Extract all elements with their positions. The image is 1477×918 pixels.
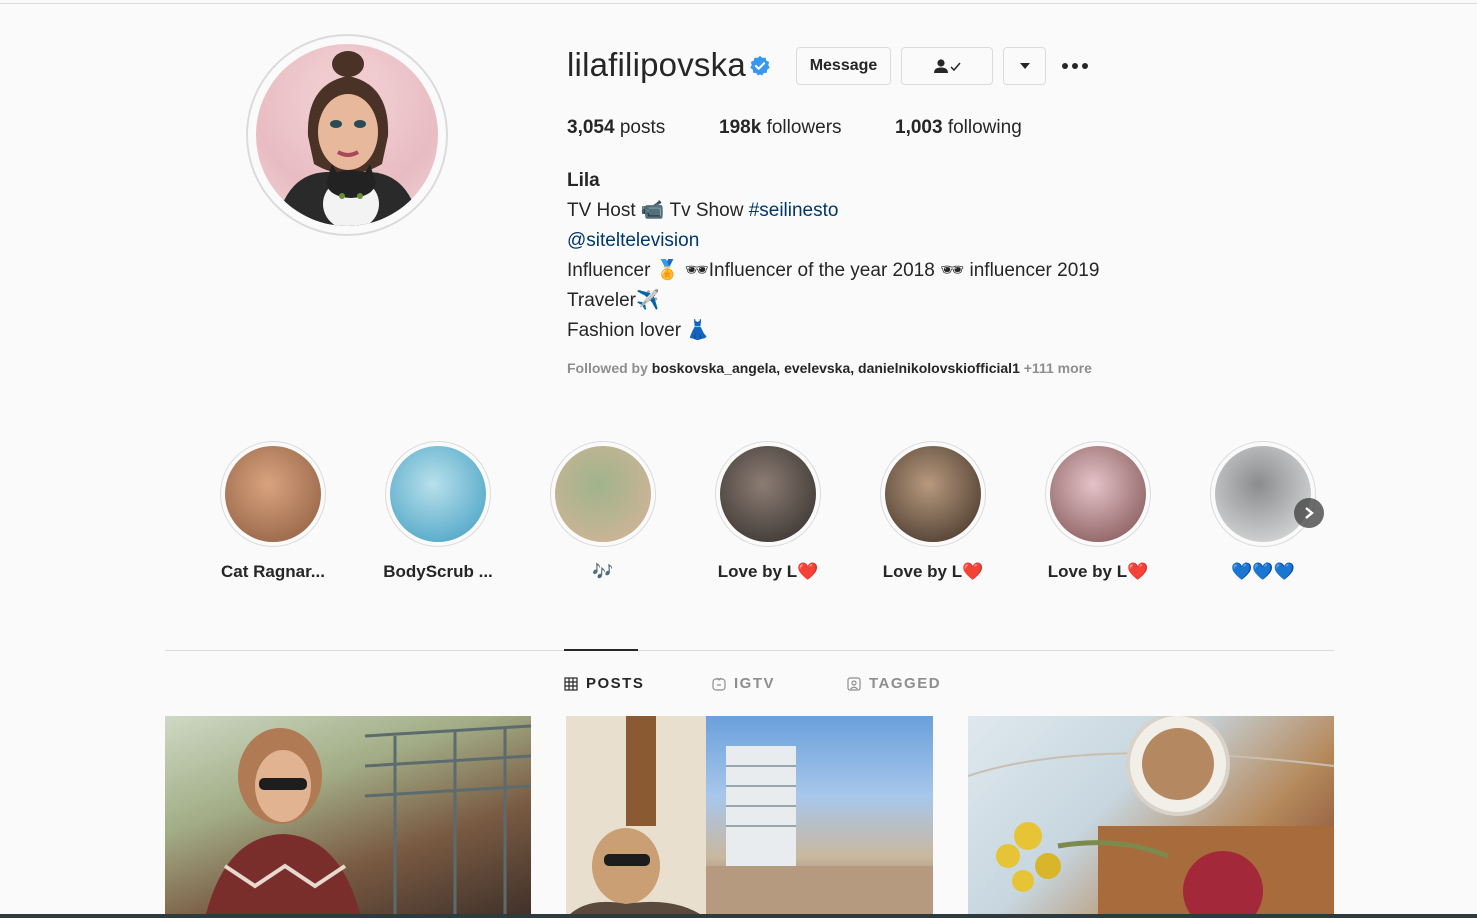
post-thumbnail[interactable] xyxy=(165,716,531,918)
highlight-label: BodyScrub ... xyxy=(383,562,493,581)
highlight-cover-image xyxy=(1050,446,1146,542)
profile-full-name: Lila xyxy=(567,170,600,191)
post-thumbnail[interactable] xyxy=(566,716,933,918)
followed-by-link[interactable]: Followed by boskovska_angela, evelevska,… xyxy=(567,360,1092,376)
highlight-cover-ring xyxy=(220,441,326,547)
igtv-icon xyxy=(712,677,726,691)
posts-count: 3,054 xyxy=(567,117,615,138)
post-thumbnail[interactable] xyxy=(968,716,1334,918)
bio-line: TV Host 📹 Tv Show #seilinesto xyxy=(567,196,1099,226)
bio-line-influencer: Influencer 🏅 🕶Influencer of the year 201… xyxy=(567,260,1100,281)
profile-avatar[interactable] xyxy=(246,34,448,236)
highlight-cover-image xyxy=(720,446,816,542)
followers-link[interactable]: 198k followers xyxy=(719,117,842,139)
following-label: following xyxy=(947,117,1022,138)
following-link[interactable]: 1,003 following xyxy=(895,117,1022,139)
highlight-cover-image xyxy=(555,446,651,542)
highlight-cover-ring xyxy=(1210,441,1316,547)
following-button[interactable] xyxy=(901,47,993,85)
followed-by-prefix: Followed by xyxy=(567,360,652,376)
highlight-item[interactable]: Love by L❤️ xyxy=(693,441,843,582)
highlight-label: Love by L❤️ xyxy=(717,562,819,581)
highlight-label: Cat Ragnar... xyxy=(221,562,325,581)
highlight-cover-image xyxy=(390,446,486,542)
highlight-item[interactable]: Love by L❤️ xyxy=(858,441,1008,582)
tab-tagged-label: TAGGED xyxy=(869,675,942,692)
highlight-cover-image xyxy=(1215,446,1311,542)
more-options-icon[interactable] xyxy=(1062,58,1092,74)
highlight-cover-ring xyxy=(715,441,821,547)
active-tab-indicator xyxy=(564,649,638,651)
suggestions-dropdown-button[interactable] xyxy=(1003,47,1046,85)
top-border xyxy=(0,3,1477,4)
bio-text: TV Host 📹 Tv Show xyxy=(567,200,749,221)
profile-username: lilafilipovska xyxy=(567,46,746,83)
message-button[interactable]: Message xyxy=(796,47,891,85)
highlight-item[interactable]: Cat Ragnar... xyxy=(198,441,348,582)
highlight-label: 💙💙💙 xyxy=(1231,562,1295,581)
user-check-icon xyxy=(934,59,961,73)
followed-by-more: +111 more xyxy=(1019,360,1092,376)
tab-igtv-label: IGTV xyxy=(734,675,776,692)
highlight-label: 🎶 xyxy=(592,562,614,581)
tabs-divider xyxy=(165,650,1334,651)
highlight-cover-ring xyxy=(1045,441,1151,547)
highlight-cover-ring xyxy=(385,441,491,547)
highlight-label: Love by L❤️ xyxy=(1047,562,1149,581)
highlight-item[interactable]: BodyScrub ... xyxy=(363,441,513,582)
tab-tagged[interactable]: TAGGED xyxy=(847,675,941,692)
hashtag-link[interactable]: #seilinesto xyxy=(749,200,839,221)
followers-label: followers xyxy=(766,117,842,138)
bio-line-fashion: Fashion lover 👗 xyxy=(567,320,710,341)
profile-bio: Lila TV Host 📹 Tv Show #seilinesto @site… xyxy=(567,166,1099,346)
highlight-item[interactable]: 🎶 xyxy=(528,441,678,582)
tab-posts-label: POSTS xyxy=(586,675,645,692)
followed-by-names: boskovska_angela, evelevska, danielnikol… xyxy=(651,360,1020,376)
tab-posts[interactable]: POSTS xyxy=(564,675,644,692)
caret-down-icon xyxy=(1019,63,1030,69)
highlight-label: Love by L❤️ xyxy=(882,562,984,581)
window-bottom-bar xyxy=(0,914,1477,918)
highlight-cover-image xyxy=(885,446,981,542)
highlight-cover-image xyxy=(225,446,321,542)
highlight-cover-ring xyxy=(550,441,656,547)
tagged-icon xyxy=(847,676,861,691)
avatar-image xyxy=(256,44,438,226)
tab-igtv[interactable]: IGTV xyxy=(712,675,775,692)
posts-label: posts xyxy=(619,117,666,138)
grid-icon xyxy=(564,676,578,691)
verified-badge-icon xyxy=(750,55,770,76)
highlights-next-button[interactable] xyxy=(1294,498,1324,528)
followers-count: 198k xyxy=(719,117,762,138)
posts-count-stat: 3,054 posts xyxy=(567,117,665,139)
highlight-item[interactable]: Love by L❤️ xyxy=(1023,441,1173,582)
mention-link[interactable]: @siteltelevision xyxy=(567,226,1099,256)
highlight-cover-ring xyxy=(880,441,986,547)
chevron-right-icon xyxy=(1305,507,1314,519)
bio-line-traveler: Traveler✈️ xyxy=(567,290,660,311)
following-count: 1,003 xyxy=(895,117,943,138)
